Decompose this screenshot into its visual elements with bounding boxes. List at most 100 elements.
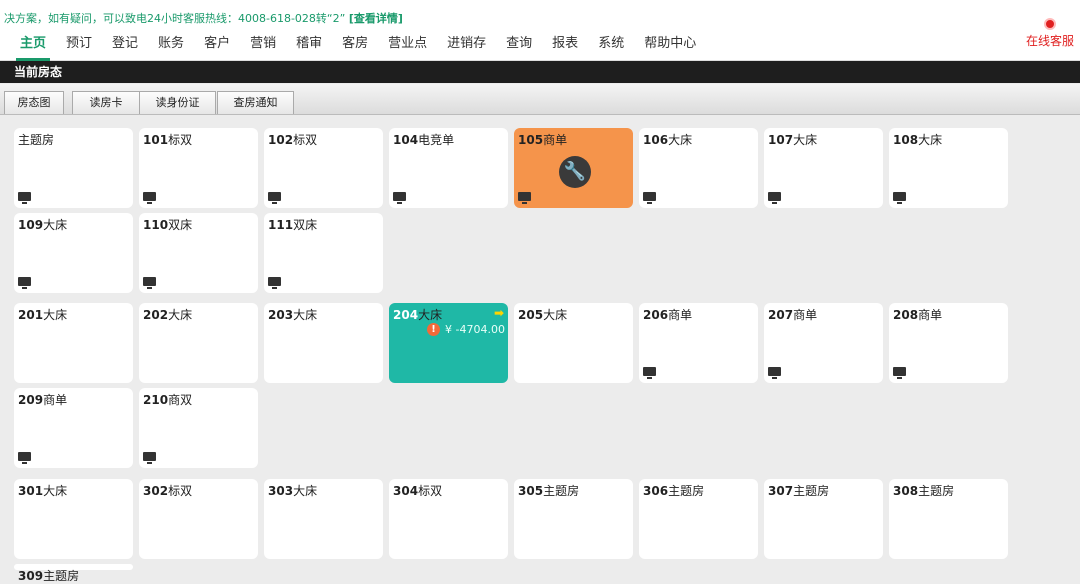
room-number: 202: [143, 308, 169, 322]
room-card-209[interactable]: 209商单: [14, 388, 133, 468]
nav-item-0[interactable]: 主页: [10, 33, 56, 61]
room-card-104[interactable]: 104电竞单: [389, 128, 508, 208]
room-type: 主题房: [793, 484, 830, 498]
tv-icon: [518, 192, 531, 204]
room-card-308[interactable]: 308主题房: [889, 479, 1008, 559]
room-type: 标双: [168, 133, 193, 147]
room-card-302[interactable]: 302标双: [139, 479, 258, 559]
room-card-206[interactable]: 206商单: [639, 303, 758, 383]
room-number: 111: [268, 218, 294, 232]
nav-item-12[interactable]: 系统: [588, 33, 634, 55]
room-number: 105: [518, 133, 544, 147]
room-type: 商单: [918, 308, 943, 322]
room-card-306[interactable]: 306主题房: [639, 479, 758, 559]
room-card-108[interactable]: 108大床: [889, 128, 1008, 208]
wrench-icon: 🔧: [559, 156, 591, 188]
online-service-label: 在线客服: [1025, 34, 1074, 48]
nav-item-9[interactable]: 进销存: [437, 33, 496, 55]
room-balance: ! ¥ -4704.00: [427, 323, 505, 336]
room-card-204[interactable]: 204大床 ➡! ¥ -4704.00: [389, 303, 508, 383]
room-card-101[interactable]: 101标双: [139, 128, 258, 208]
room-card-203[interactable]: 203大床: [264, 303, 383, 383]
room-card-111[interactable]: 111双床: [264, 213, 383, 293]
nav-item-6[interactable]: 稽审: [286, 33, 332, 55]
room-type: 主题房: [43, 569, 80, 583]
room-number: 101: [143, 133, 169, 147]
room-card-309[interactable]: 309主题房: [14, 564, 133, 583]
nav-item-8[interactable]: 营业点: [378, 33, 437, 55]
room-card-208[interactable]: 208商单: [889, 303, 1008, 383]
room-card-201[interactable]: 201大床: [14, 303, 133, 383]
room-card-303[interactable]: 303大床: [264, 479, 383, 559]
room-card-107[interactable]: 107大床: [764, 128, 883, 208]
room-type: 大床: [168, 308, 193, 322]
nav-item-10[interactable]: 查询: [496, 33, 542, 55]
room-card-307[interactable]: 307主题房: [764, 479, 883, 559]
notice-text: 决方案，如有疑问，可以致电24小时客服热线：4008-618-028转“2”: [4, 12, 346, 25]
room-number: 209: [18, 393, 44, 407]
tv-icon: [143, 452, 156, 464]
alert-icon: !: [427, 323, 441, 336]
tab-3[interactable]: 查房通知: [217, 91, 294, 114]
tv-icon: [768, 367, 781, 379]
room-card-304[interactable]: 304标双: [389, 479, 508, 559]
tv-icon: [18, 452, 31, 464]
notice-details-link[interactable]: [查看详情]: [349, 12, 403, 25]
room-type: 主题房: [668, 484, 705, 498]
room-card-102[interactable]: 102标双: [264, 128, 383, 208]
room-number: 205: [518, 308, 544, 322]
room-number: 306: [643, 484, 669, 498]
room-number: 107: [768, 133, 794, 147]
room-type: 大床: [43, 308, 68, 322]
room-type: 双床: [293, 218, 318, 232]
tab-1[interactable]: 读房卡: [72, 91, 140, 114]
room-number: 207: [768, 308, 794, 322]
room-card-105[interactable]: 105商单 🔧: [514, 128, 633, 208]
nav-item-4[interactable]: 客户: [194, 33, 240, 55]
room-card-205[interactable]: 205大床: [514, 303, 633, 383]
room-number: 106: [643, 133, 669, 147]
room-type: 商双: [168, 393, 193, 407]
room-card-110[interactable]: 110双床: [139, 213, 258, 293]
room-card-202[interactable]: 202大床: [139, 303, 258, 383]
room-type: 大床: [543, 308, 568, 322]
tab-2[interactable]: 读身份证: [139, 91, 216, 114]
room-number: 309: [18, 569, 44, 583]
nav-item-1[interactable]: 预订: [56, 33, 102, 55]
room-type: 标双: [418, 484, 443, 498]
room-card-109[interactable]: 109大床: [14, 213, 133, 293]
tv-icon: [893, 192, 906, 204]
room-type: 主题房: [918, 484, 955, 498]
room-type: 主题房: [18, 133, 55, 147]
nav-item-11[interactable]: 报表: [542, 33, 588, 55]
nav-item-3[interactable]: 账务: [148, 33, 194, 55]
nav-item-2[interactable]: 登记: [102, 33, 148, 55]
main-nav: 主页 预订 登记 账务 客户 营销 稽审 客房 营业点 进销存 查询 报表 系统 帮助中心: [10, 33, 706, 61]
room-type: 大床: [43, 484, 68, 498]
room-type: 商单: [543, 133, 568, 147]
online-service-button[interactable]: 在线客服: [1026, 18, 1074, 49]
tv-icon: [393, 192, 406, 204]
room-card-theme[interactable]: 主题房: [14, 128, 133, 208]
room-card-106[interactable]: 106大床: [639, 128, 758, 208]
room-card-301[interactable]: 301大床: [14, 479, 133, 559]
room-type: 标双: [293, 133, 318, 147]
nav-item-5[interactable]: 营销: [240, 33, 286, 55]
room-card-207[interactable]: 207商单: [764, 303, 883, 383]
room-type: 大床: [793, 133, 818, 147]
tv-icon: [893, 367, 906, 379]
room-number: 204: [393, 308, 419, 322]
room-number: 201: [18, 308, 44, 322]
room-type: 大床: [293, 308, 318, 322]
tab-0[interactable]: 房态图: [4, 91, 64, 114]
room-type: 主题房: [543, 484, 580, 498]
nav-item-13[interactable]: 帮助中心: [634, 33, 706, 55]
tv-icon: [268, 277, 281, 289]
room-card-305[interactable]: 305主题房: [514, 479, 633, 559]
room-number: 210: [143, 393, 169, 407]
room-card-210[interactable]: 210商双: [139, 388, 258, 468]
tv-icon: [768, 192, 781, 204]
tv-icon: [643, 367, 656, 379]
nav-item-7[interactable]: 客房: [332, 33, 378, 55]
tv-icon: [143, 277, 156, 289]
